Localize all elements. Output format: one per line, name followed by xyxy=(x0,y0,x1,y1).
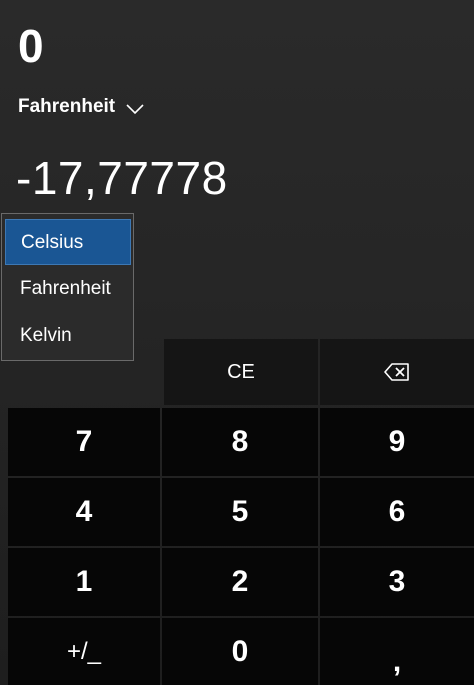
digit-label: 0 xyxy=(231,634,249,668)
digit-0-button[interactable]: 0 xyxy=(162,618,318,685)
digit-label: 9 xyxy=(388,425,406,458)
digit-label: 1 xyxy=(75,565,93,598)
digit-label: 5 xyxy=(231,495,249,528)
digit-label: 2 xyxy=(231,565,249,598)
backspace-icon xyxy=(384,363,410,381)
digit-6-button[interactable]: 6 xyxy=(320,478,474,546)
digit-4-button[interactable]: 4 xyxy=(8,478,160,546)
digit-3-button[interactable]: 3 xyxy=(320,548,474,616)
digit-label: 7 xyxy=(75,425,93,458)
unit-dropdown: Celsius Fahrenheit Kelvin xyxy=(1,213,134,361)
clear-entry-button[interactable]: CE xyxy=(164,339,318,405)
output-value: -17,77778 xyxy=(16,152,228,204)
digit-9-button[interactable]: 9 xyxy=(320,408,474,476)
dropdown-option-kelvin[interactable]: Kelvin xyxy=(5,313,131,359)
input-value[interactable]: 0 xyxy=(18,18,44,74)
clear-entry-label: CE xyxy=(227,360,255,383)
dropdown-option-celsius[interactable]: Celsius xyxy=(5,219,131,265)
negate-button[interactable]: +/_ xyxy=(8,618,160,685)
from-unit-selector[interactable]: Fahrenheit xyxy=(18,96,145,118)
dropdown-option-fahrenheit[interactable]: Fahrenheit xyxy=(5,266,131,312)
calculator-window: 0 Fahrenheit -17,77778 CE 7 8 9 4 5 6 1 … xyxy=(0,0,474,685)
decimal-label: , xyxy=(392,644,402,678)
digit-8-button[interactable]: 8 xyxy=(162,408,318,476)
digit-label: 3 xyxy=(388,565,406,598)
backspace-button[interactable] xyxy=(320,339,474,405)
digit-1-button[interactable]: 1 xyxy=(8,548,160,616)
digit-2-button[interactable]: 2 xyxy=(162,548,318,616)
decimal-separator-button[interactable]: , xyxy=(320,618,474,685)
digit-label: 8 xyxy=(231,425,249,458)
digit-5-button[interactable]: 5 xyxy=(162,478,318,546)
digit-label: 4 xyxy=(75,495,93,528)
negate-label: +/_ xyxy=(66,637,102,665)
chevron-down-icon xyxy=(125,100,145,115)
digit-7-button[interactable]: 7 xyxy=(8,408,160,476)
digit-label: 6 xyxy=(388,495,406,528)
from-unit-label: Fahrenheit xyxy=(18,96,116,117)
